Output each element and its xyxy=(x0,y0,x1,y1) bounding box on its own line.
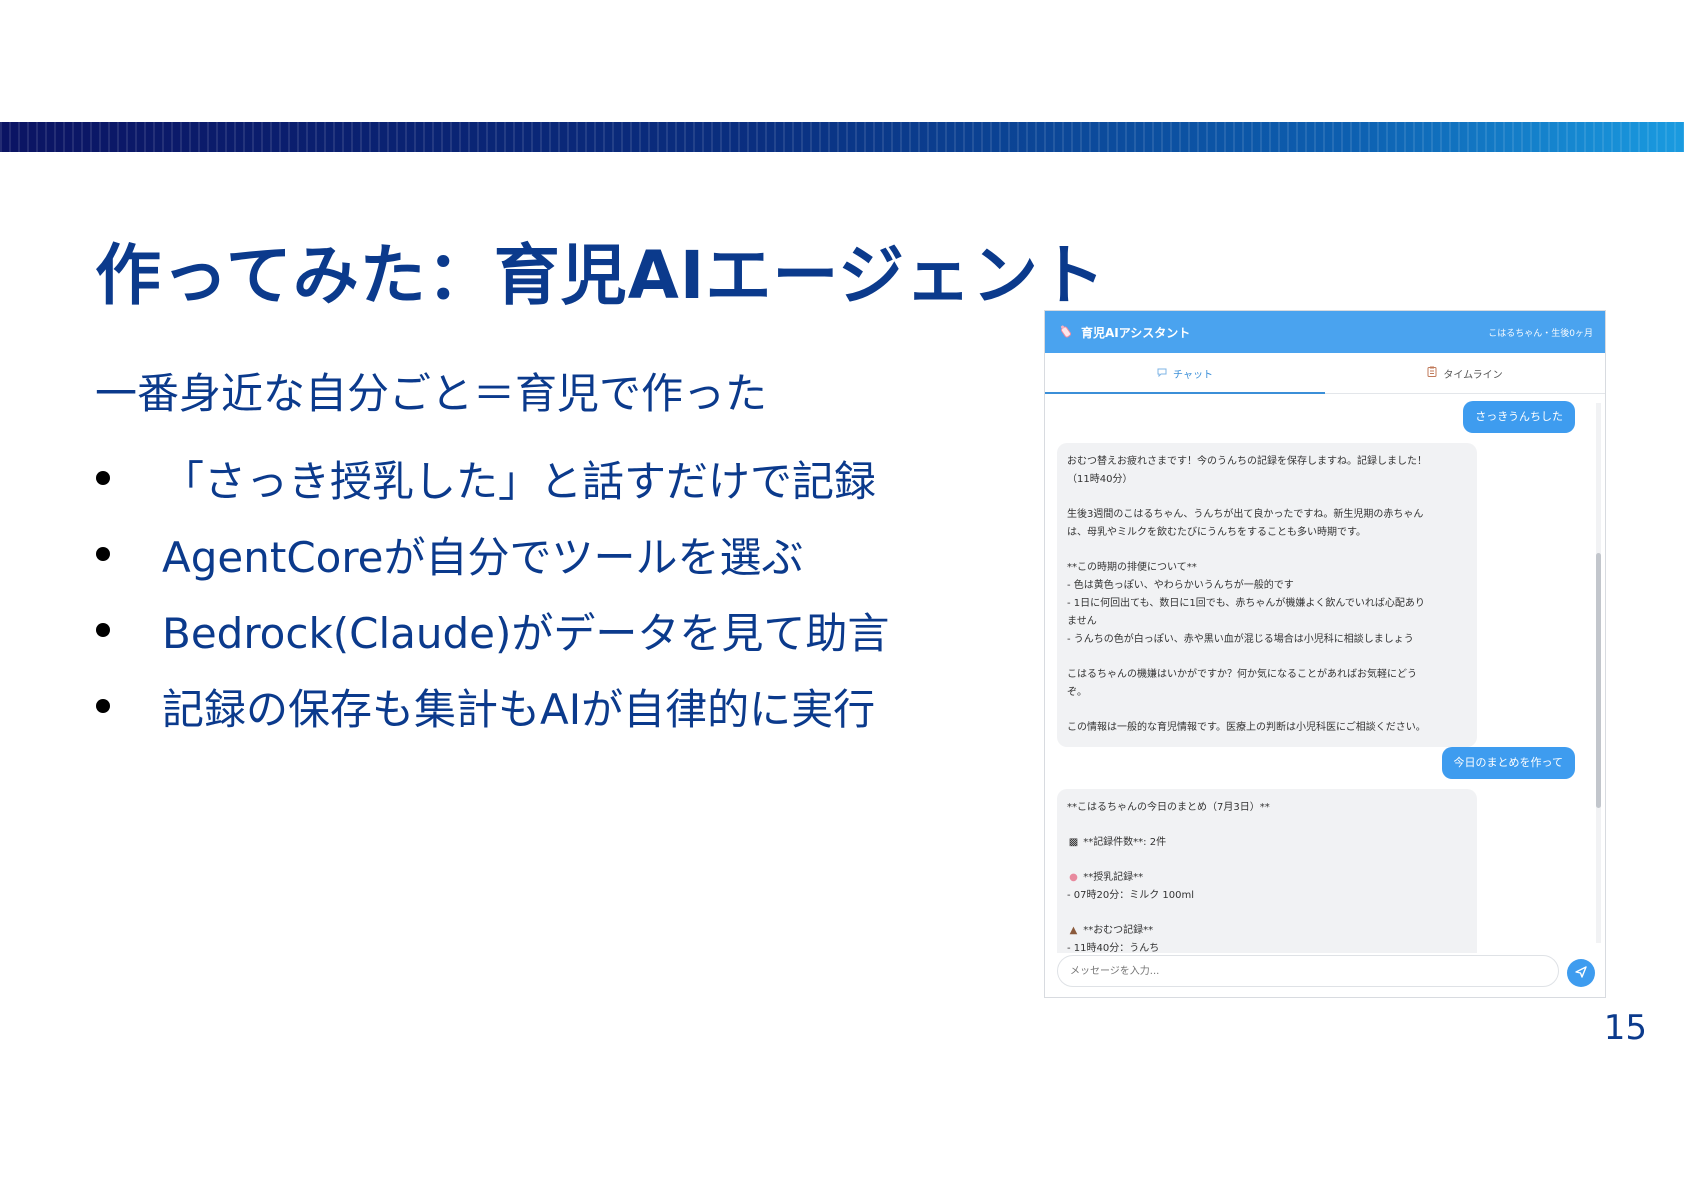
clipboard-icon xyxy=(1427,366,1437,380)
app-title: 育児AIアシスタント xyxy=(1081,325,1191,340)
scrollbar-thumb[interactable] xyxy=(1596,553,1601,808)
user-message: 今日のまとめを作って xyxy=(1441,747,1575,779)
bullet-item: Bedrock(Claude)がデータを見て助言 xyxy=(90,592,889,668)
ai-message-line: - うんちの色が白っぽい、赤や黒い血が混じる場合は小児科に相談しましょう xyxy=(1067,634,1414,645)
bullet-dot-icon xyxy=(96,623,110,637)
chat-icon xyxy=(1157,367,1167,380)
ai-message: おむつ替えお疲れさまです！今のうんちの記録を保存しますね。記録しました！ （11… xyxy=(1057,443,1477,747)
message-list: さっきうんちした おむつ替えお疲れさまです！今のうんちの記録を保存しますね。記録… xyxy=(1045,393,1593,953)
ai-message-line: **この時期の排便について** xyxy=(1067,562,1197,573)
slide-subtitle: 一番身近な自分ごと＝育児で作った xyxy=(95,369,768,418)
bullet-dot-icon xyxy=(96,471,110,485)
send-icon xyxy=(1574,965,1588,982)
ai-message: **こはるちゃんの今日のまとめ（7月3日）** ▩ **記録件数**: 2件 ●… xyxy=(1057,789,1477,953)
ai-message-line: （11時40分） xyxy=(1067,474,1133,485)
bullet-text: AgentCoreが自分でツールを選ぶ xyxy=(162,532,804,582)
message-scrollbar[interactable] xyxy=(1596,403,1601,943)
tab-bar: チャット タイムライン xyxy=(1045,353,1605,394)
poop-icon: ▲ xyxy=(1069,925,1078,936)
feeding-header-text: **授乳記録** xyxy=(1083,872,1144,883)
message-input[interactable] xyxy=(1057,955,1559,987)
chat-app-screenshot: 育児AIアシスタント こはるちゃん・生後0ヶ月 チャット タイムライン さっきう… xyxy=(1044,310,1606,998)
summary-feeding-line: - 07時20分：ミルク 100ml xyxy=(1067,890,1195,901)
summary-count-line: ▩ **記録件数**: 2件 xyxy=(1067,834,1467,852)
bullet-text: Bedrock(Claude)がデータを見て助言 xyxy=(162,608,890,658)
ai-message-line: - 色は黄色っぽい、やわらかいうんちが一般的です xyxy=(1067,580,1294,591)
ai-message-line: - 1日に何回出ても、数日に1回でも、赤ちゃんが機嫌よく飲んでいれば心配あり xyxy=(1067,598,1425,609)
baby-bottle-icon xyxy=(1059,324,1073,341)
summary-diaper-header: ▲ **おむつ記録** xyxy=(1067,922,1467,940)
ai-message-line: 生後3週間のこはるちゃん、うんちが出て良かったですね。新生児期の赤ちゃん xyxy=(1067,509,1424,520)
bullet-dot-icon xyxy=(96,699,110,713)
tab-chat[interactable]: チャット xyxy=(1045,353,1325,394)
diaper-header-text: **おむつ記録** xyxy=(1083,925,1154,936)
bullet-item: 記録の保存も集計もAIが自律的に実行 xyxy=(90,668,889,744)
send-button[interactable] xyxy=(1567,959,1595,987)
bullet-item: 「さっき授乳した」と話すだけで記録 xyxy=(90,440,889,516)
summary-feeding-header: ● **授乳記録** xyxy=(1067,869,1467,887)
bullet-item: AgentCoreが自分でツールを選ぶ xyxy=(90,516,889,592)
tab-timeline[interactable]: タイムライン xyxy=(1325,353,1605,393)
header-gradient-band xyxy=(0,122,1684,152)
bullet-dot-icon xyxy=(96,547,110,561)
tab-chat-label: チャット xyxy=(1173,369,1213,381)
bullet-list: 「さっき授乳した」と話すだけで記録 AgentCoreが自分でツールを選ぶ Be… xyxy=(90,440,889,744)
baby-bottle-icon: ● xyxy=(1069,872,1078,883)
slide-title: 作ってみた：育児AIエージェント xyxy=(95,237,1107,314)
bullet-text: 記録の保存も集計もAIが自律的に実行 xyxy=(162,684,876,734)
page-number: 15 xyxy=(1603,1008,1647,1048)
child-info: こはるちゃん・生後0ヶ月 xyxy=(1488,328,1593,339)
ai-message-line: は、母乳やミルクを飲むたびにうんちをすることも多い時期です。 xyxy=(1067,527,1366,538)
tab-timeline-label: タイムライン xyxy=(1443,369,1503,381)
ai-message-line: おむつ替えお疲れさまです！今のうんちの記録を保存しますね。記録しました！ xyxy=(1067,456,1427,467)
summary-title: **こはるちゃんの今日のまとめ（7月3日）** xyxy=(1067,802,1270,813)
ai-message-line: こはるちゃんの機嫌はいかがですか？何か気になることがあればお気軽にどう xyxy=(1067,669,1417,680)
ai-message-line: ません xyxy=(1067,616,1097,627)
summary-diaper-line: - 11時40分：うんち xyxy=(1067,943,1160,953)
bullet-text: 「さっき授乳した」と話すだけで記録 xyxy=(162,456,877,506)
ai-message-line: この情報は一般的な育児情報です。医療上の判断は小児科医にご相談ください。 xyxy=(1067,722,1426,733)
app-header: 育児AIアシスタント こはるちゃん・生後0ヶ月 xyxy=(1045,311,1605,353)
app-brand: 育児AIアシスタント xyxy=(1059,324,1190,341)
summary-count-text: **記録件数**: 2件 xyxy=(1083,837,1167,848)
clipboard-icon: ▩ xyxy=(1068,837,1079,848)
ai-message-line: ぞ。 xyxy=(1067,687,1087,698)
user-message: さっきうんちした xyxy=(1463,401,1575,433)
